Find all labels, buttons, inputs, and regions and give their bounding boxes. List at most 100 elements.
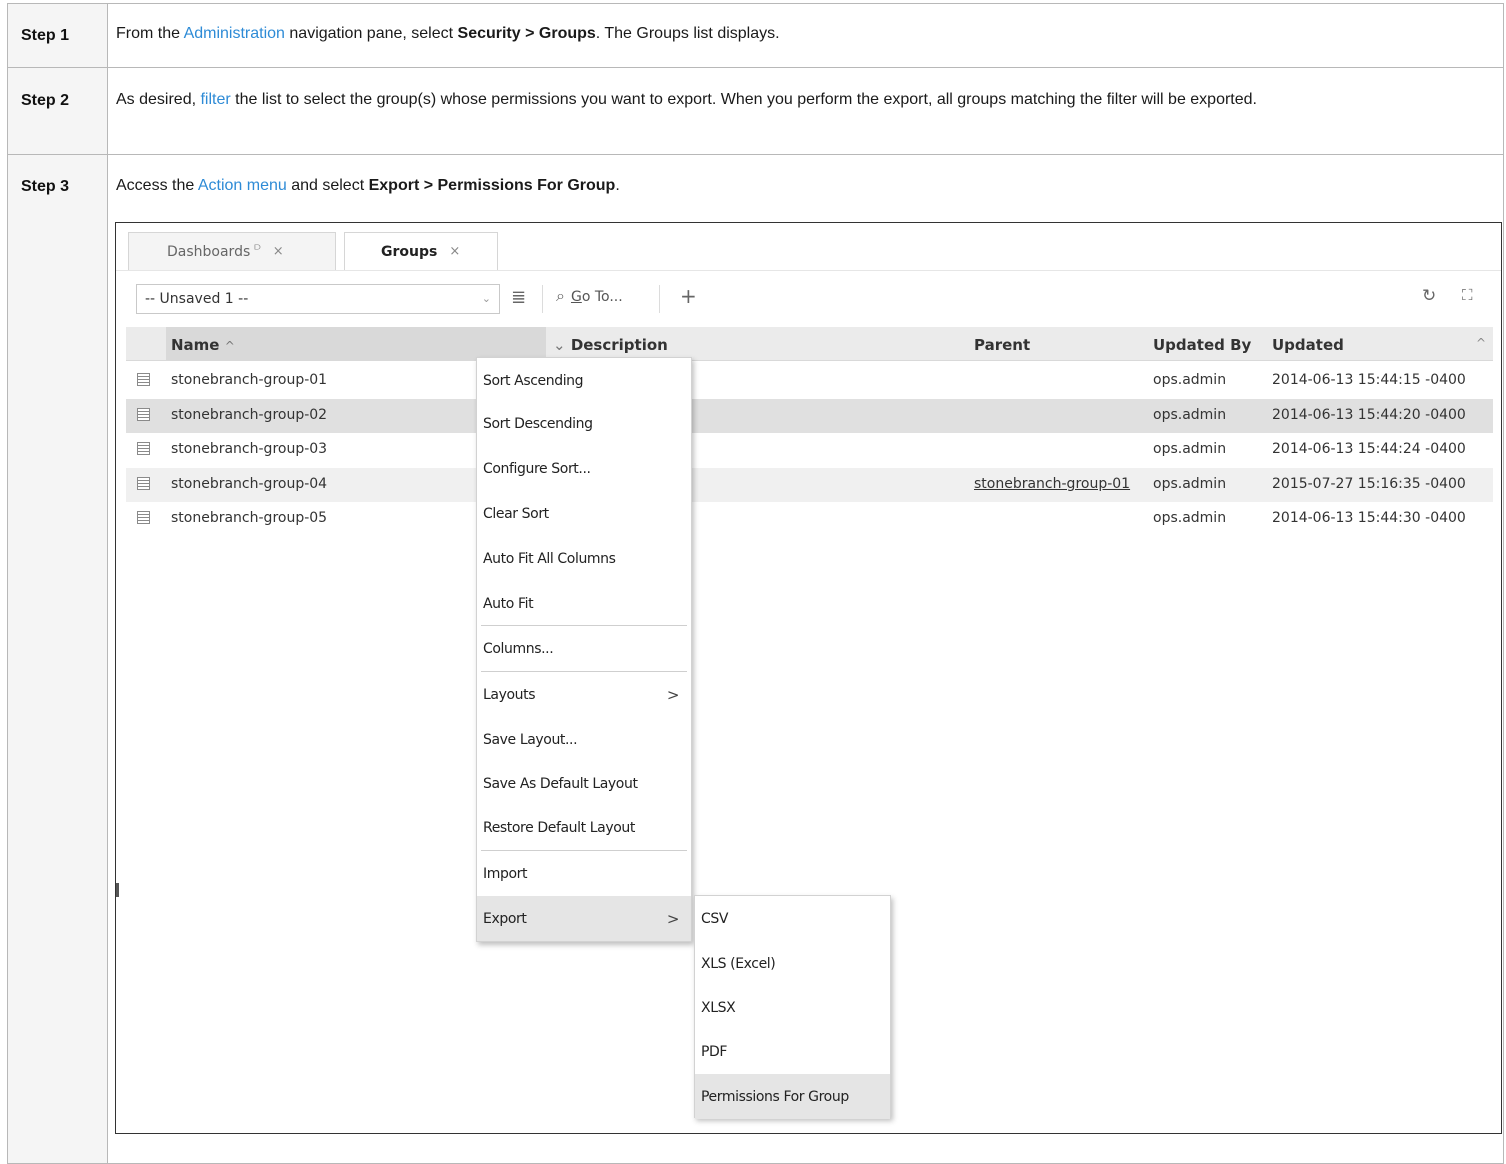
chevron-right-icon: > xyxy=(666,909,680,928)
step-3-text: Access the Action menu and select Export… xyxy=(116,175,1494,196)
cell-updated: 2014-06-13 15:44:30 -0400 xyxy=(1272,510,1466,526)
table-row[interactable]: stonebranch-group-02 ops.admin 2014-06-1… xyxy=(126,399,1493,433)
menu-item-configure-sort[interactable]: Configure Sort... xyxy=(477,446,691,491)
close-icon[interactable]: × xyxy=(449,244,460,259)
table-row[interactable]: stonebranch-group-03 ops.admin 2014-06-1… xyxy=(126,433,1493,467)
menu-item-sort-descending[interactable]: Sort Descending xyxy=(477,401,691,446)
group-record-icon xyxy=(137,373,150,386)
group-record-icon xyxy=(137,511,150,524)
column-label: Name xyxy=(171,336,220,354)
column-header-description[interactable]: ⌄ Description xyxy=(553,336,668,354)
cell-updated-by: ops.admin xyxy=(1153,510,1227,526)
fullscreen-icon[interactable]: ⛶ xyxy=(1462,286,1473,304)
menu-item-restore-default-layout[interactable]: Restore Default Layout xyxy=(477,805,691,850)
tab-groups[interactable]: Groups × xyxy=(344,232,498,270)
menu-item-import[interactable]: Import xyxy=(477,851,691,896)
step-2-text: As desired, filter the list to select th… xyxy=(116,89,1494,110)
cell-parent[interactable]: stonebranch-group-01 xyxy=(974,476,1130,492)
step-text-part: navigation pane, select xyxy=(284,25,458,42)
toolbar-divider xyxy=(542,285,543,313)
menu-item-columns[interactable]: Columns... xyxy=(477,626,691,671)
table-row[interactable]: stonebranch-group-05 ops.admin 2014-06-1… xyxy=(126,502,1493,536)
panel-collapse-handle[interactable] xyxy=(116,883,119,897)
cell-updated-by: ops.admin xyxy=(1153,476,1227,492)
table-row[interactable]: stonebranch-group-04 stonebranch-group-0… xyxy=(126,468,1493,502)
grid-header: Name ^ ⌄ Description Parent Updated By U… xyxy=(126,327,1493,361)
export-submenu: CSV XLS (Excel) XLSX PDF Permissions For… xyxy=(694,895,891,1119)
group-record-icon xyxy=(137,408,150,421)
step-text-bold: Security > Groups xyxy=(457,25,596,42)
layout-select-value: -- Unsaved 1 -- xyxy=(145,291,249,307)
goto-label: o To... xyxy=(581,289,623,305)
step-1-text: From the Administration navigation pane,… xyxy=(116,23,1494,44)
collapse-icon[interactable]: ^ xyxy=(1476,336,1486,350)
menu-item-sort-ascending[interactable]: Sort Ascending xyxy=(477,358,691,403)
step-text-part: . The Groups list displays. xyxy=(595,25,780,42)
table-row[interactable]: stonebranch-group-01 ops.admin 2014-06-1… xyxy=(126,364,1493,398)
step-text-part: Access the xyxy=(116,177,198,194)
cell-updated: 2015-07-27 15:16:35 -0400 xyxy=(1272,476,1466,492)
cell-name: stonebranch-group-02 xyxy=(171,407,328,423)
step-text-part: As desired, xyxy=(116,91,201,108)
grid-context-menu: Sort Ascending Sort Descending Configure… xyxy=(476,357,692,942)
column-header-parent[interactable]: Parent xyxy=(974,336,1030,354)
menu-item-layouts[interactable]: Layouts > xyxy=(477,672,691,717)
grid-toolbar: -- Unsaved 1 -- ⌄ ≣ ⌕ Go To... + ↻ ⛶ xyxy=(116,273,1501,323)
step-text-part: From the xyxy=(116,25,184,42)
cell-updated: 2014-06-13 15:44:24 -0400 xyxy=(1272,441,1466,457)
cell-name: stonebranch-group-04 xyxy=(171,476,328,492)
group-record-icon xyxy=(137,477,150,490)
export-permissions-for-group[interactable]: Permissions For Group xyxy=(695,1074,890,1119)
column-menu-icon[interactable]: ⌄ xyxy=(553,336,566,354)
pin-icon[interactable]: ⫐ xyxy=(254,240,260,254)
step-text-part: and select xyxy=(286,177,369,194)
group-record-icon xyxy=(137,442,150,455)
refresh-icon[interactable]: ↻ xyxy=(1422,286,1436,306)
tab-bar: Dashboards ⫐ × Groups × xyxy=(116,223,1501,271)
cell-name: stonebranch-group-05 xyxy=(171,510,328,526)
step-2-label-cell xyxy=(7,67,108,155)
tab-dashboards[interactable]: Dashboards ⫐ × xyxy=(128,232,336,270)
export-xlsx[interactable]: XLSX xyxy=(695,985,890,1030)
column-label: Description xyxy=(570,336,668,354)
column-header-updated-by[interactable]: Updated By xyxy=(1153,336,1251,354)
tab-label: Dashboards xyxy=(167,243,251,260)
export-pdf[interactable]: PDF xyxy=(695,1029,890,1074)
step-text-bold: Export > Permissions For Group xyxy=(368,177,616,194)
column-header-updated[interactable]: Updated xyxy=(1272,336,1344,354)
menu-item-label: Layouts xyxy=(483,686,536,703)
cell-name: stonebranch-group-01 xyxy=(171,372,328,388)
administration-link[interactable]: Administration xyxy=(184,25,285,42)
menu-item-save-layout[interactable]: Save Layout... xyxy=(477,717,691,762)
goto-button[interactable]: ⌕ Go To... xyxy=(556,286,623,306)
menu-item-auto-fit[interactable]: Auto Fit xyxy=(477,581,691,626)
groups-screenshot: Dashboards ⫐ × Groups × -- Unsaved 1 -- … xyxy=(115,222,1502,1134)
column-header-name[interactable]: Name ^ xyxy=(171,336,235,354)
menu-item-clear-sort[interactable]: Clear Sort xyxy=(477,491,691,536)
close-icon[interactable]: × xyxy=(273,244,284,259)
step-2-label: Step 2 xyxy=(21,92,70,109)
layout-select[interactable]: -- Unsaved 1 -- ⌄ xyxy=(136,284,500,314)
menu-item-export[interactable]: Export > xyxy=(477,896,691,941)
export-csv[interactable]: CSV xyxy=(695,896,890,941)
search-icon: ⌕ xyxy=(556,286,565,305)
step-1-label: Step 1 xyxy=(21,27,70,44)
tab-label: Groups xyxy=(381,243,438,260)
cell-updated-by: ops.admin xyxy=(1153,372,1227,388)
goto-mnemonic: G xyxy=(570,289,582,305)
menu-item-label: Export xyxy=(483,910,527,927)
add-icon[interactable]: + xyxy=(680,284,697,308)
step-2-body-cell xyxy=(107,67,1504,155)
filter-link[interactable]: filter xyxy=(200,91,230,108)
menu-item-auto-fit-all[interactable]: Auto Fit All Columns xyxy=(477,536,691,581)
cell-name: stonebranch-group-03 xyxy=(171,441,328,457)
cell-updated: 2014-06-13 15:44:15 -0400 xyxy=(1272,372,1466,388)
export-xls[interactable]: XLS (Excel) xyxy=(695,941,890,986)
cell-updated: 2014-06-13 15:44:20 -0400 xyxy=(1272,407,1466,423)
action-menu-link[interactable]: Action menu xyxy=(198,177,287,194)
step-text-part: . xyxy=(615,177,620,194)
filter-icon[interactable]: ≣ xyxy=(511,287,526,308)
cell-updated-by: ops.admin xyxy=(1153,441,1227,457)
menu-item-save-default-layout[interactable]: Save As Default Layout xyxy=(477,761,691,806)
sort-asc-icon: ^ xyxy=(224,339,235,353)
